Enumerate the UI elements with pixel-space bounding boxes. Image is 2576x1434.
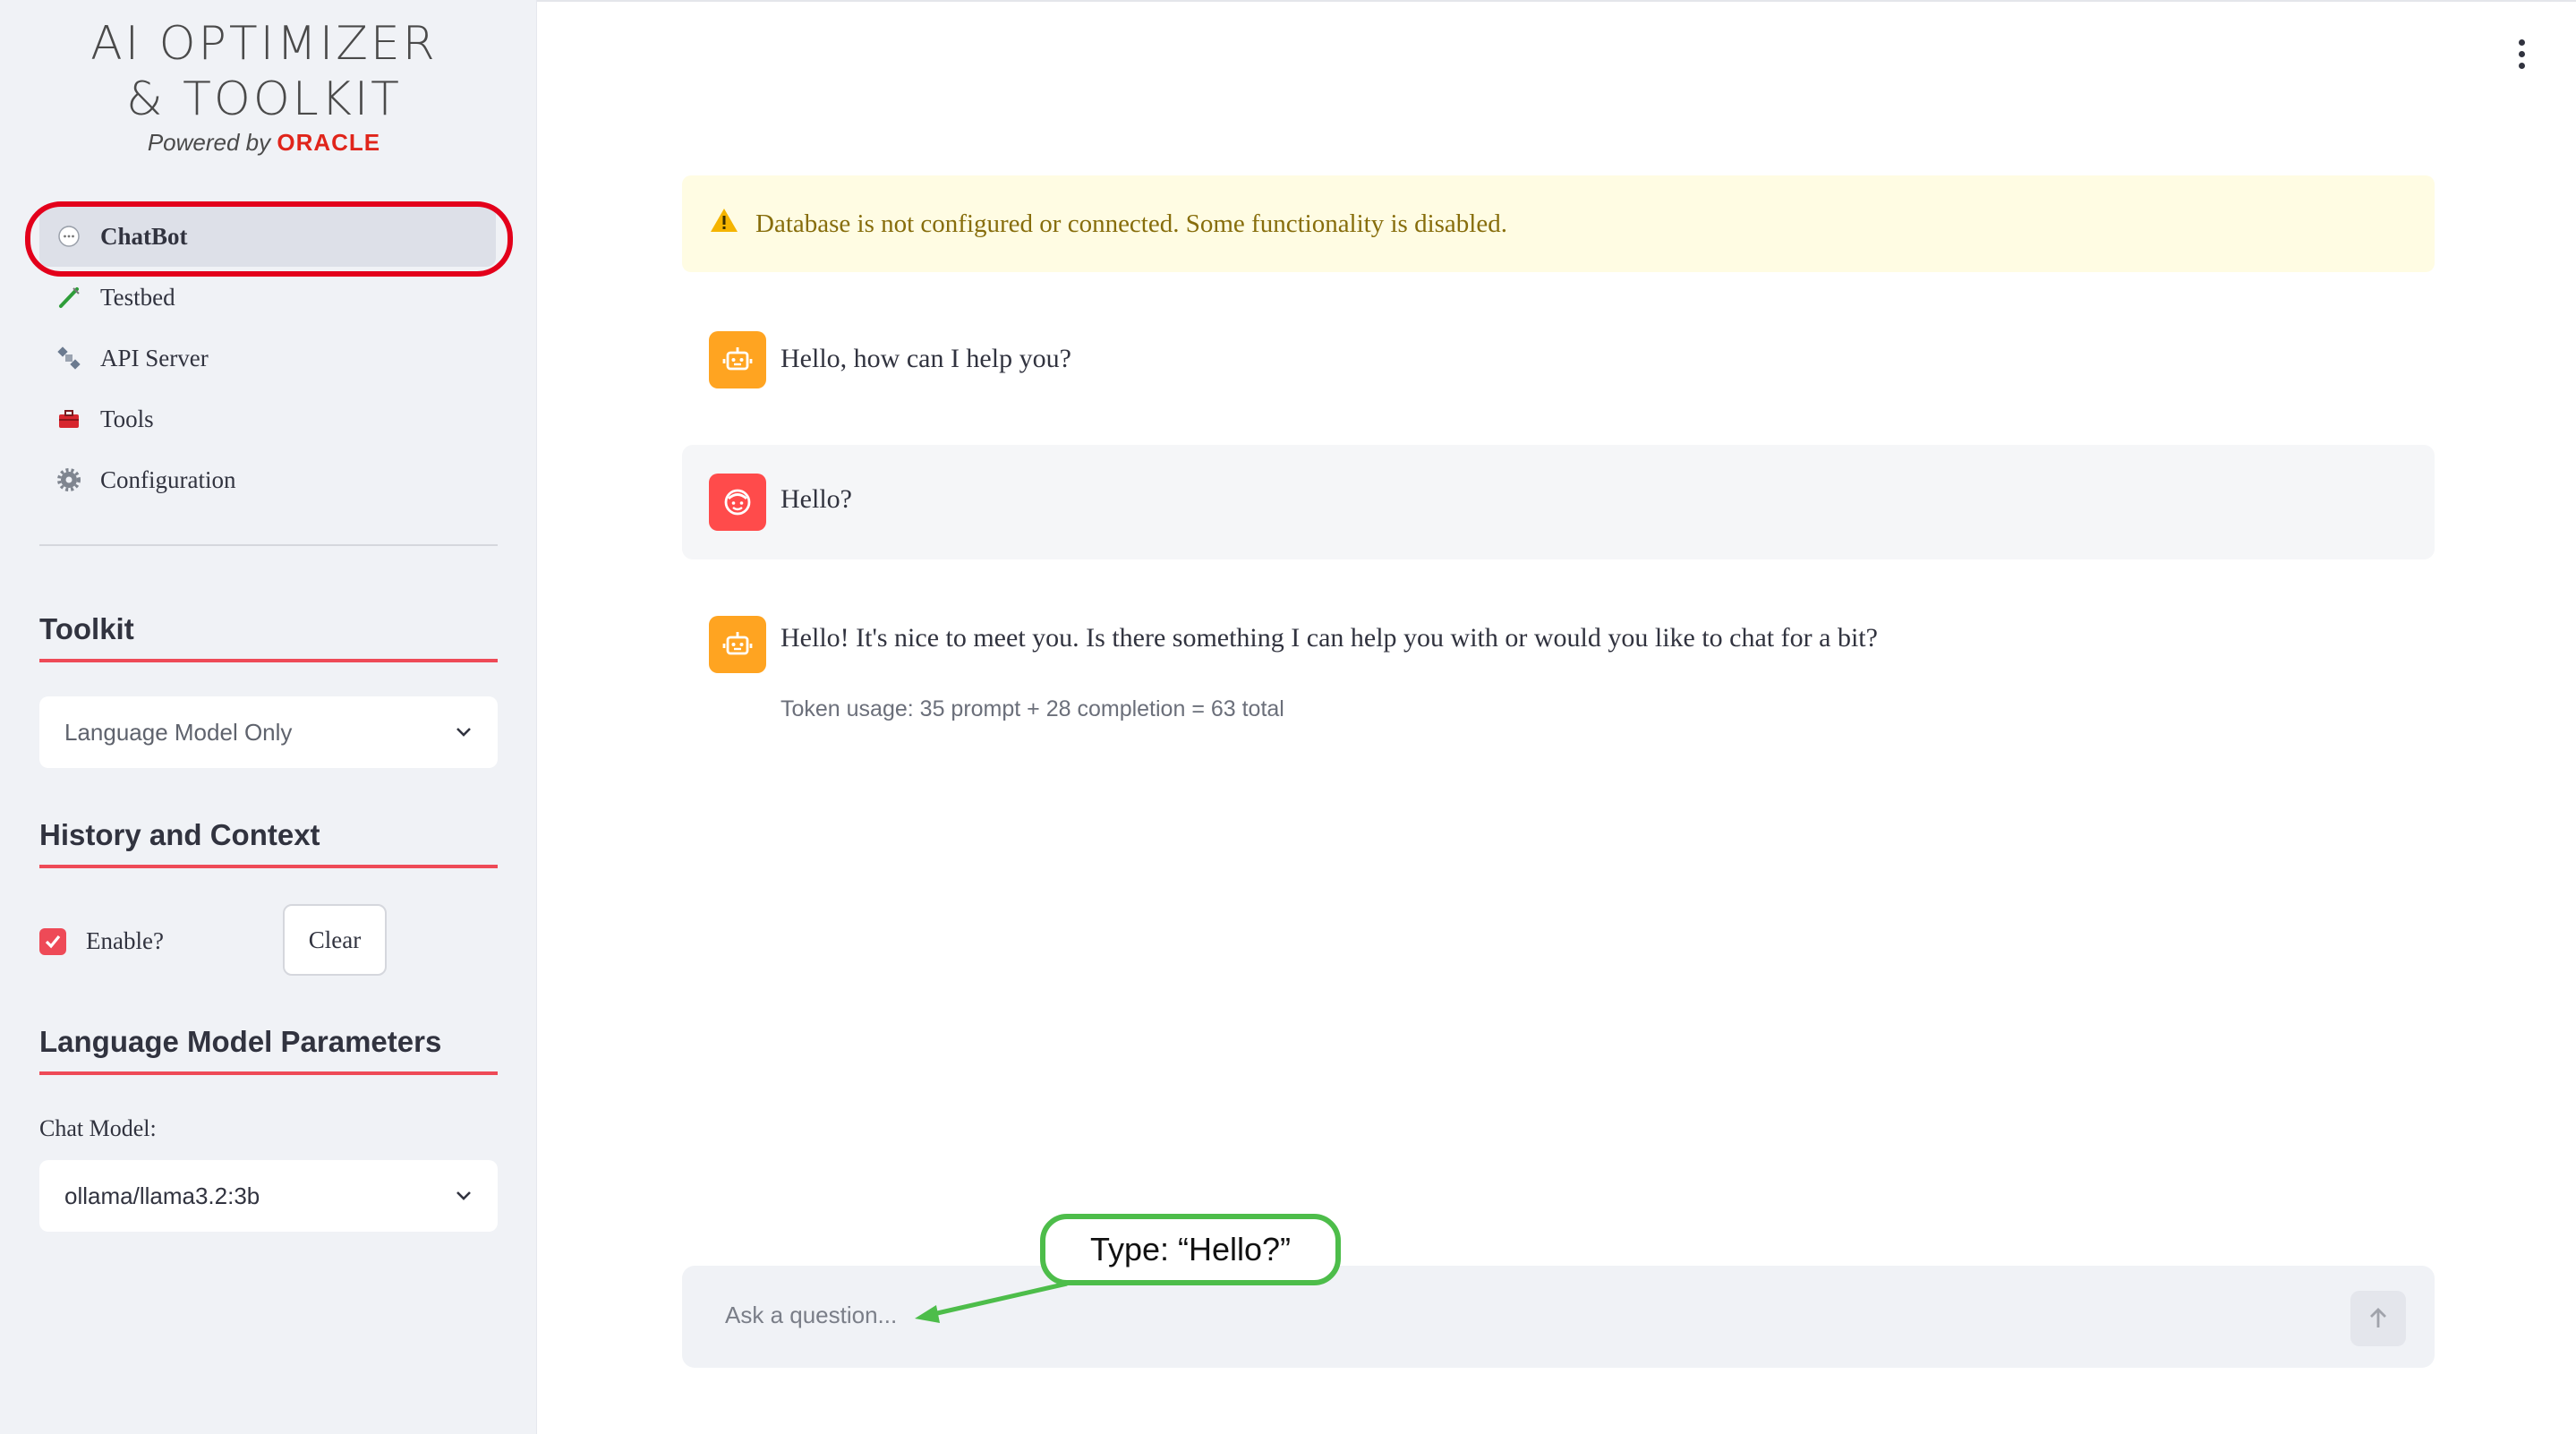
chevron-down-icon bbox=[455, 1186, 473, 1207]
user-avatar-icon bbox=[709, 474, 766, 531]
nav-item-configuration[interactable]: Configuration bbox=[39, 449, 496, 510]
toolkit-section-title: Toolkit bbox=[39, 612, 498, 662]
chat-message-assistant: Hello! It's nice to meet you. Is there s… bbox=[682, 591, 2435, 743]
test-tube-icon bbox=[55, 284, 82, 311]
message-text: Hello? bbox=[780, 484, 852, 514]
chat-input-placeholder: Ask a question... bbox=[725, 1302, 898, 1328]
chat-message-user: Hello? bbox=[682, 445, 2435, 559]
kebab-menu-icon[interactable] bbox=[2519, 39, 2528, 69]
enable-history-checkbox[interactable] bbox=[39, 927, 66, 955]
message-text: Hello! It's nice to meet you. Is there s… bbox=[780, 623, 1878, 653]
logo-line-1: AI OPTIMIZER bbox=[90, 17, 438, 71]
chat-model-select-value: ollama/llama3.2:3b bbox=[64, 1182, 260, 1209]
toolkit-select[interactable]: Language Model Only bbox=[39, 696, 498, 768]
chat-model-label: Chat Model: bbox=[39, 1115, 157, 1141]
warning-icon bbox=[709, 207, 739, 241]
sidebar-divider bbox=[39, 544, 498, 546]
nav-item-tools[interactable]: Tools bbox=[39, 388, 496, 449]
enable-history-label: Enable? bbox=[86, 927, 164, 954]
gear-icon bbox=[55, 466, 82, 493]
lm-params-section-title: Language Model Parameters bbox=[39, 1025, 498, 1075]
clear-history-button[interactable]: Clear bbox=[283, 904, 387, 976]
nav-label: Testbed bbox=[100, 283, 175, 311]
token-usage-text: Token usage: 35 prompt + 28 completion =… bbox=[780, 696, 1284, 721]
message-text: Hello, how can I help you? bbox=[780, 344, 1071, 373]
toolbox-icon bbox=[55, 405, 82, 432]
database-warning-alert: Database is not configured or connected.… bbox=[682, 175, 2435, 272]
chat-input[interactable]: Ask a question... bbox=[682, 1266, 2435, 1368]
nav-label: API Server bbox=[100, 344, 209, 371]
nav-item-api-server[interactable]: API Server bbox=[39, 328, 496, 388]
satellite-icon bbox=[55, 345, 82, 371]
bot-avatar-icon bbox=[709, 331, 766, 388]
alert-text: Database is not configured or connected.… bbox=[755, 209, 1507, 238]
nav-label: Configuration bbox=[100, 465, 236, 493]
chevron-down-icon bbox=[455, 722, 473, 743]
logo-powered-by: Powered by ORACLE bbox=[54, 129, 474, 157]
logo-line-2: & TOOLKIT bbox=[126, 73, 402, 126]
powered-by-text: Powered by bbox=[147, 129, 277, 156]
nav-label: ChatBot bbox=[100, 222, 188, 250]
sidebar: AI OPTIMIZER & TOOLKIT Powered by ORACLE… bbox=[0, 0, 537, 1434]
sidebar-nav: ChatBot Testbed API Server Tools Configu… bbox=[39, 206, 496, 510]
nav-label: Tools bbox=[100, 405, 154, 432]
chat-message-assistant: Hello, how can I help you? bbox=[682, 324, 2435, 414]
arrow-up-icon bbox=[2370, 1308, 2386, 1327]
nav-item-chatbot[interactable]: ChatBot bbox=[39, 206, 496, 267]
send-button[interactable] bbox=[2350, 1291, 2406, 1346]
bot-avatar-icon bbox=[709, 616, 766, 673]
chat-bubble-icon bbox=[55, 223, 82, 250]
oracle-wordmark: ORACLE bbox=[277, 129, 381, 156]
enable-history-checkbox-row[interactable]: Enable? bbox=[39, 927, 164, 955]
history-section-title: History and Context bbox=[39, 818, 498, 868]
app-logo: AI OPTIMIZER & TOOLKIT Powered by ORACLE bbox=[54, 16, 474, 157]
nav-item-testbed[interactable]: Testbed bbox=[39, 267, 496, 328]
annotation-callout: Type: “Hello?” bbox=[1040, 1214, 1341, 1285]
chat-model-select[interactable]: ollama/llama3.2:3b bbox=[39, 1160, 498, 1232]
toolkit-select-value: Language Model Only bbox=[64, 718, 293, 746]
